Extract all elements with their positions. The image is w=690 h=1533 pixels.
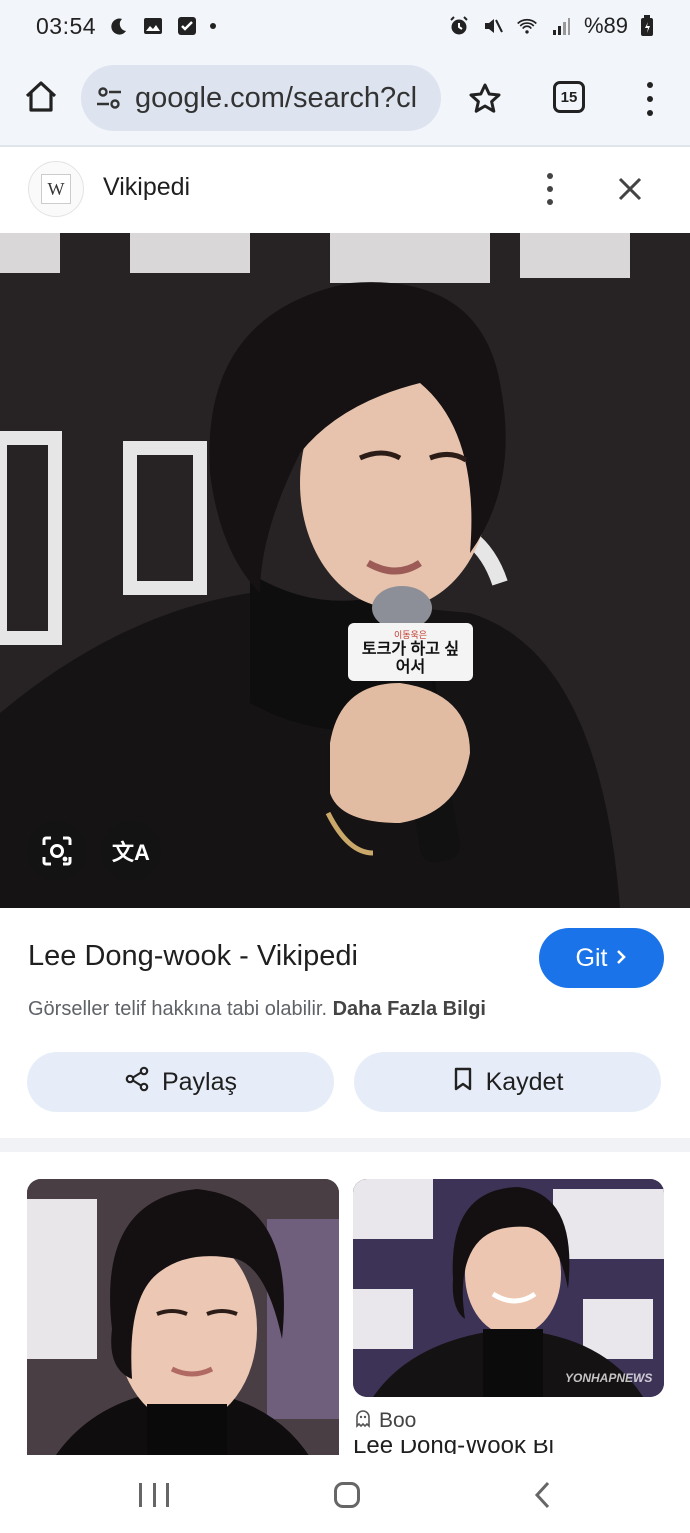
source-name[interactable]: Vikipedi — [103, 173, 190, 202]
copyright-text: Görseller telif hakkına tabi olabilir. — [28, 998, 328, 1020]
result-title[interactable]: Lee Dong-wook - Vikipedi — [28, 940, 358, 973]
share-icon — [124, 1066, 150, 1099]
learn-more-link[interactable]: Daha Fazla Bilgi — [333, 998, 486, 1020]
visit-button-label: Git — [575, 943, 608, 972]
watermark: YONHAPNEWS — [565, 1371, 653, 1385]
moon-icon — [108, 15, 130, 37]
main-photo — [0, 233, 690, 908]
related-source[interactable]: Boo — [353, 1408, 416, 1434]
browser-toolbar: google.com/search?cl 15 — [0, 52, 690, 146]
share-label: Paylaş — [161, 1067, 238, 1096]
mic-flag: 이동욱은 토크가 하고 싶어서 — [350, 625, 471, 679]
address-bar[interactable]: google.com/search?cl — [81, 65, 441, 131]
browser-menu-icon[interactable] — [640, 82, 660, 116]
status-time: 03:54 — [36, 12, 97, 39]
site-settings-icon[interactable] — [95, 84, 123, 112]
section-separator — [0, 1138, 690, 1152]
related-image[interactable]: YONHAPNEWS — [353, 1179, 664, 1397]
status-bar: 03:54 %89 — [0, 0, 690, 52]
battery-percent: %89 — [583, 13, 628, 38]
alarm-icon — [448, 15, 470, 37]
main-image[interactable]: 이동욱은 토크가 하고 싶어서 文A — [0, 233, 690, 908]
back-icon[interactable] — [528, 1480, 558, 1510]
related-source-name: Boo — [379, 1409, 417, 1432]
signal-icon — [550, 15, 572, 37]
related-photo-1 — [27, 1179, 339, 1469]
notification-dot — [210, 23, 217, 29]
mic-flag-text: 토크가 하고 싶어서 — [361, 640, 460, 676]
related-title[interactable]: Lee Dong-Wook Bi — [353, 1440, 664, 1454]
save-label: Kaydet — [485, 1067, 564, 1096]
source-logo: W — [28, 161, 84, 217]
mic-flag-small: 이동욱은 — [393, 629, 428, 640]
bookmark-icon — [452, 1066, 474, 1099]
system-nav-bar — [0, 1455, 690, 1533]
lens-search-icon[interactable] — [27, 821, 87, 881]
mute-icon — [482, 15, 504, 37]
translate-icon[interactable]: 文A — [101, 821, 161, 881]
battery-icon — [640, 15, 654, 37]
chevron-right-icon — [615, 944, 627, 973]
ghost-icon — [353, 1408, 373, 1434]
share-button[interactable]: Paylaş — [27, 1052, 334, 1112]
copyright-notice: Görseller telif hakkına tabi olabilir. D… — [28, 998, 486, 1021]
wifi-icon — [516, 15, 538, 37]
checkbox-icon — [176, 15, 198, 37]
tab-switcher-button[interactable]: 15 — [553, 81, 585, 113]
gallery-icon — [142, 15, 164, 37]
related-photo-2 — [353, 1179, 664, 1397]
home-button-icon[interactable] — [334, 1482, 360, 1508]
more-options-icon[interactable] — [541, 173, 559, 205]
recent-apps-icon[interactable] — [139, 1483, 169, 1507]
save-button[interactable]: Kaydet — [354, 1052, 661, 1112]
bookmark-star-icon[interactable] — [466, 80, 504, 118]
related-image[interactable] — [27, 1179, 339, 1469]
tab-count: 15 — [560, 88, 578, 106]
home-icon[interactable] — [20, 76, 62, 118]
close-icon[interactable] — [612, 171, 648, 207]
source-logo-letter: W — [41, 174, 71, 204]
visit-button[interactable]: Git — [539, 928, 664, 988]
image-viewer-header: W Vikipedi — [0, 147, 690, 233]
url-text: google.com/search?cl — [135, 81, 418, 114]
